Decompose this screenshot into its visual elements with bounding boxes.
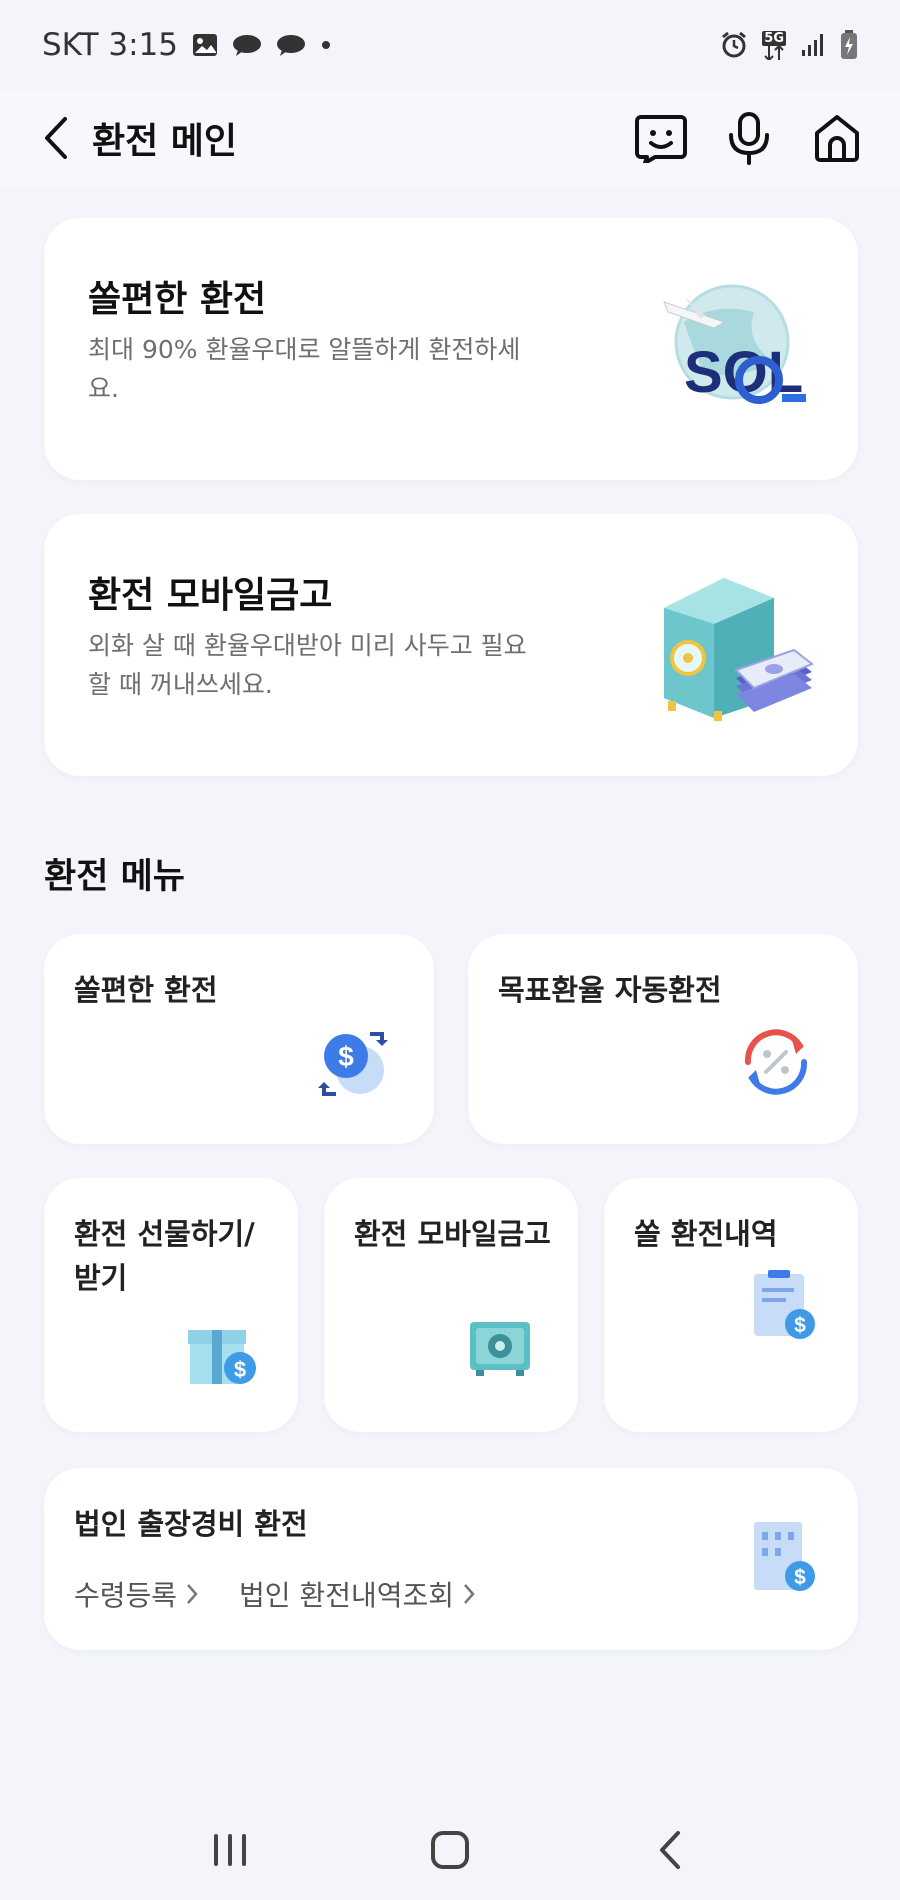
page-title: 환전 메인 xyxy=(92,121,238,162)
menu-label: 법인 출장경비 환전 xyxy=(74,1507,308,1541)
talk-icon xyxy=(232,34,262,56)
back-arrow-icon xyxy=(660,1831,680,1869)
svg-text:$: $ xyxy=(338,1041,354,1072)
recent-apps-button[interactable] xyxy=(190,1815,270,1885)
menu-label: 환전 모바일금고 xyxy=(354,1217,551,1251)
chevron-right-icon xyxy=(464,1584,475,1604)
menu-label: 환전 선물하기/받기 xyxy=(74,1217,255,1295)
link-label: 법인 환전내역조회 xyxy=(239,1579,455,1612)
menu-sol-exchange-history[interactable]: 쏠 환전내역 $ xyxy=(604,1178,858,1432)
app-header: 환전 메인 xyxy=(0,90,900,186)
svg-text:$: $ xyxy=(794,1314,806,1337)
section-title: 환전 메뉴 xyxy=(44,857,185,897)
talk-icon-2 xyxy=(276,34,306,56)
gift-dollar-icon: $ xyxy=(186,1316,258,1392)
menu-target-rate-auto-exchange[interactable]: 목표환율 자동환전 xyxy=(468,934,858,1144)
network-5g-icon: 5G xyxy=(762,30,786,60)
corporate-history-link[interactable]: 법인 환전내역조회 xyxy=(239,1574,476,1614)
system-nav-bar xyxy=(0,1800,900,1900)
recent-apps-icon xyxy=(214,1834,246,1866)
link-label: 수령등록 xyxy=(74,1579,178,1612)
menu-corporate-travel-exchange[interactable]: 법인 출장경비 환전 수령등록 법인 환전내역조회 $ xyxy=(44,1468,858,1650)
mobile-safe-promo-card[interactable]: 환전 모바일금고 외화 살 때 환율우대받아 미리 사두고 필요할 때 꺼내쓰세… xyxy=(44,514,858,776)
status-bar: SKT 3:15 5G xyxy=(0,0,900,90)
microphone-icon xyxy=(729,112,769,165)
menu-exchange-gift[interactable]: 환전 선물하기/받기 $ xyxy=(44,1178,298,1432)
chevron-left-icon xyxy=(45,117,67,159)
signal-icon xyxy=(800,32,826,58)
back-button[interactable] xyxy=(36,108,76,168)
safe-icon xyxy=(468,1320,532,1382)
building-dollar-icon: $ xyxy=(750,1518,818,1598)
dollar-exchange-icon: $ xyxy=(318,1028,390,1104)
chevron-right-icon xyxy=(187,1584,198,1604)
promo-title: 환전 모바일금고 xyxy=(88,575,333,616)
back-nav-button[interactable] xyxy=(630,1815,710,1885)
menu-mobile-safe[interactable]: 환전 모바일금고 xyxy=(324,1178,578,1432)
home-nav-button[interactable] xyxy=(410,1815,490,1885)
menu-label: 목표환율 자동환전 xyxy=(498,973,722,1007)
percent-cycle-icon xyxy=(738,1024,814,1104)
carrier-time: SKT 3:15 xyxy=(42,27,179,63)
sol-exchange-promo-card[interactable]: 쏠편한 환전 최대 90% 환율우대로 알뜰하게 환전하세요. SOL xyxy=(44,218,858,480)
home-icon xyxy=(815,115,859,162)
promo-desc: 외화 살 때 환율우대받아 미리 사두고 필요할 때 꺼내쓰세요. xyxy=(88,631,527,699)
battery-icon xyxy=(840,30,858,60)
sol-globe-illustration: SOL xyxy=(654,272,814,428)
promo-title: 쏠편한 환전 xyxy=(88,279,267,320)
safe-money-illustration xyxy=(654,568,814,724)
alarm-icon xyxy=(720,31,748,59)
promo-desc: 최대 90% 환율우대로 알뜰하게 환전하세요. xyxy=(88,335,521,403)
receipt-dollar-icon: $ xyxy=(750,1270,818,1346)
menu-sol-exchange[interactable]: 쏠편한 환전 $ xyxy=(44,934,434,1144)
menu-label: 쏠 환전내역 xyxy=(634,1217,778,1251)
chatbot-icon xyxy=(635,115,687,163)
home-button[interactable] xyxy=(810,108,864,168)
menu-label: 쏠편한 환전 xyxy=(74,973,218,1007)
chatbot-button[interactable] xyxy=(634,108,688,168)
svg-text:$: $ xyxy=(234,1357,246,1382)
svg-text:$: $ xyxy=(794,1566,806,1589)
register-receipt-link[interactable]: 수령등록 xyxy=(74,1574,199,1614)
gallery-icon xyxy=(192,33,218,57)
home-square-icon xyxy=(431,1831,469,1869)
network-label: 5G xyxy=(762,30,786,46)
dot-icon xyxy=(320,39,332,51)
voice-button[interactable] xyxy=(722,108,776,168)
